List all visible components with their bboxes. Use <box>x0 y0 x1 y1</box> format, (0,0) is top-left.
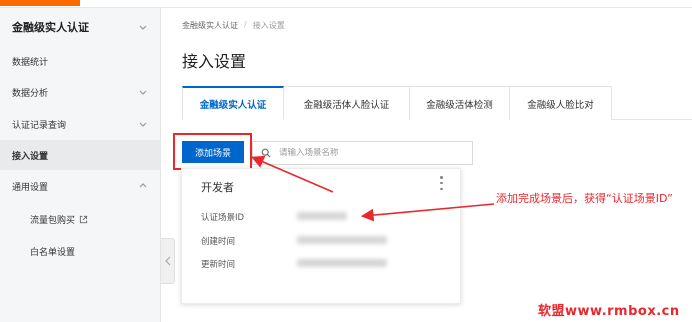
sidebar-item-label: 流量包购买 <box>30 215 76 226</box>
product-tabs: 金融级实人认证 金融级活体人脸认证 金融级活体检测 金融级人脸比对 <box>182 86 692 120</box>
tab-financial-real-person[interactable]: 金融级实人认证 <box>182 86 284 120</box>
sidebar-item-label: 白名单设置 <box>30 247 76 258</box>
page-title: 接入设置 <box>182 52 247 71</box>
sidebar-item-access-settings[interactable]: 接入设置 <box>0 140 161 170</box>
field-label-updated: 更新时间 <box>201 260 236 270</box>
sidebar-title-label: 金融级实人认证 <box>12 21 89 34</box>
sidebar-item-analysis[interactable]: 数据分析 <box>0 76 161 108</box>
field-label-created: 创建时间 <box>201 237 236 247</box>
breadcrumb: 金融级实人认证 / 接入设置 <box>182 20 285 31</box>
sidebar-title[interactable]: 金融级实人认证 <box>0 8 161 46</box>
sidebar: 金融级实人认证 数据统计 数据分析 认证记录查询 接入设置 通用设置 流量包购买… <box>0 8 161 322</box>
breadcrumb-current: 接入设置 <box>252 21 285 30</box>
chevron-down-icon <box>139 25 147 30</box>
watermark: 软盟www.rmbox.cn <box>538 304 680 319</box>
add-scene-button[interactable]: 添加场景 <box>182 141 244 163</box>
tab-liveness-face-auth[interactable]: 金融级活体人脸认证 <box>284 86 410 120</box>
more-options-icon[interactable] <box>440 176 444 190</box>
annotation-note: 添加完成场景后，获得“认证场景ID” <box>496 192 673 205</box>
sidebar-item-label: 接入设置 <box>12 151 49 162</box>
sidebar-item-label: 数据统计 <box>12 57 49 68</box>
external-link-icon <box>79 215 88 223</box>
scene-search-input[interactable] <box>279 148 459 158</box>
sidebar-item-whitelist[interactable]: 白名单设置 <box>0 236 161 266</box>
scene-card-title: 开发者 <box>201 181 234 194</box>
scene-id-value-redacted <box>297 212 347 220</box>
tab-face-compare[interactable]: 金融级人脸比对 <box>510 86 612 120</box>
chevron-up-icon <box>139 183 147 188</box>
brand-accent-bar <box>0 0 80 6</box>
breadcrumb-separator: / <box>244 20 247 29</box>
chevron-down-icon <box>139 122 147 127</box>
chevron-down-icon <box>139 90 147 95</box>
scene-card: 开发者 认证场景ID 创建时间 更新时间 <box>181 168 461 304</box>
updated-time-value-redacted <box>297 259 387 267</box>
sidebar-item-label: 认证记录查询 <box>12 120 67 131</box>
search-icon <box>261 148 271 158</box>
sidebar-item-label: 通用设置 <box>12 182 49 193</box>
sidebar-item-label: 数据分析 <box>12 88 49 99</box>
scene-search <box>252 141 473 165</box>
sidebar-item-traffic-purchase[interactable]: 流量包购买 <box>0 204 161 234</box>
breadcrumb-root[interactable]: 金融级实人认证 <box>182 20 238 31</box>
sidebar-item-records[interactable]: 认证记录查询 <box>0 108 161 140</box>
field-label-scene-id: 认证场景ID <box>201 213 245 223</box>
sidebar-item-statistics[interactable]: 数据统计 <box>0 46 161 76</box>
chevron-left-icon <box>164 256 170 266</box>
sidebar-collapse-handle[interactable] <box>161 238 175 284</box>
tab-liveness-detection[interactable]: 金融级活体检测 <box>410 86 510 120</box>
top-bar <box>0 0 692 8</box>
sidebar-item-general-settings[interactable]: 通用设置 <box>0 170 161 202</box>
created-time-value-redacted <box>297 236 387 244</box>
